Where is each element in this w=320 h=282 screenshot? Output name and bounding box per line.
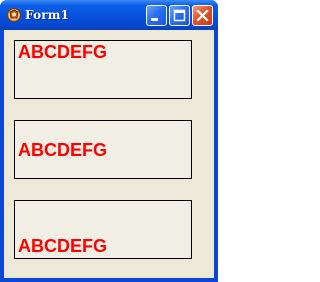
close-button[interactable] <box>192 5 213 26</box>
window-title: Form1 <box>25 8 70 22</box>
label-top-aligned: ABCDEFG <box>18 42 107 62</box>
maximize-icon <box>173 9 186 22</box>
label-box-top: ABCDEFG <box>14 40 192 99</box>
client-area: ABCDEFG ABCDEFG ABCDEFG <box>4 30 214 278</box>
label-box-bottom: ABCDEFG <box>14 200 192 259</box>
form-window: Form1 ABCDEFG ABCDEFG ABCDEFG <box>0 0 218 282</box>
maximize-button[interactable] <box>169 5 190 26</box>
label-middle-aligned: ABCDEFG <box>18 140 107 160</box>
minimize-icon <box>151 18 158 21</box>
label-box-middle: ABCDEFG <box>14 120 192 179</box>
close-icon <box>196 9 209 22</box>
label-bottom-aligned: ABCDEFG <box>18 236 107 256</box>
title-bar[interactable]: Form1 <box>0 0 218 30</box>
minimize-button[interactable] <box>146 5 167 26</box>
app-icon[interactable] <box>6 7 22 23</box>
